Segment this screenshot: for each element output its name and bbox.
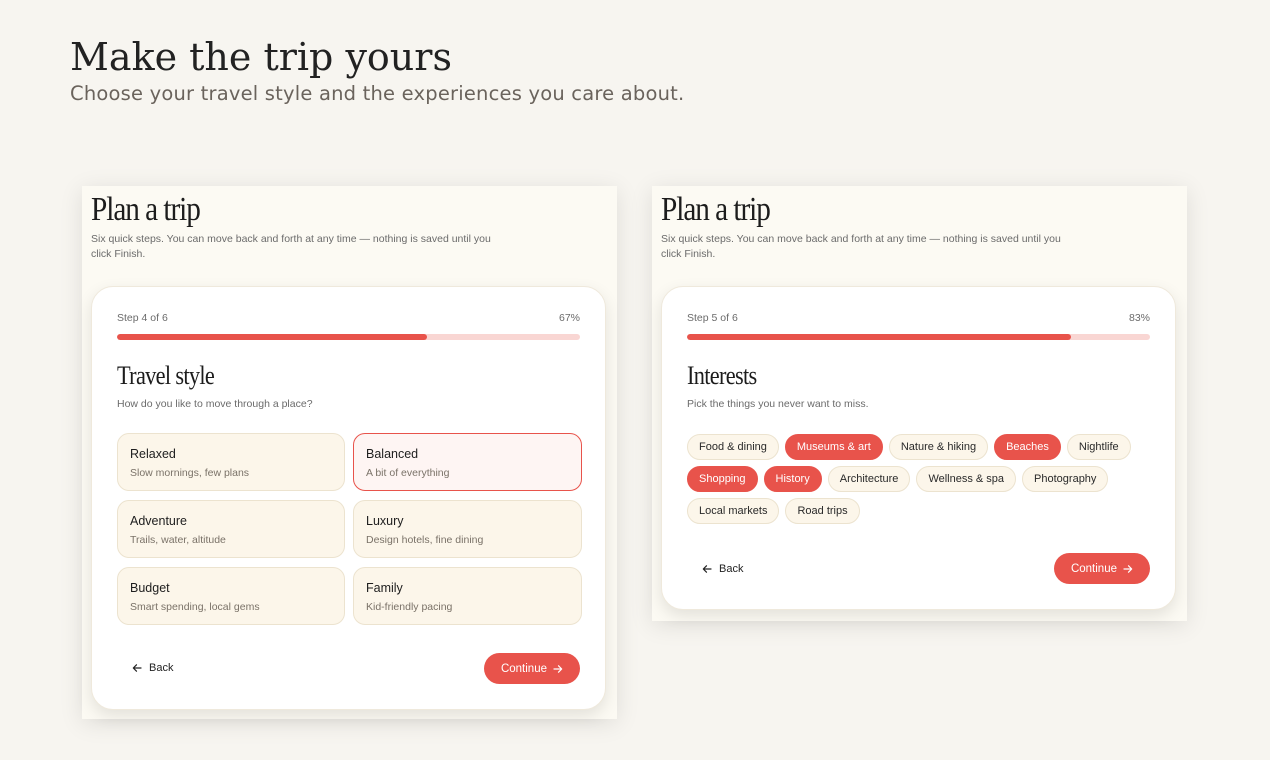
step-label: Step 4 of 6 <box>117 312 168 324</box>
interest-chips: Food & dining Museums & art Nature & hik… <box>687 434 1157 524</box>
option-description: Slow mornings, few plans <box>130 467 250 479</box>
progress-percent: 83% <box>1128 312 1150 324</box>
chip-photography[interactable]: Photography <box>1022 466 1109 492</box>
option-description: Design hotels, fine dining <box>366 534 484 546</box>
option-budget[interactable]: Budget Smart spending, local gems <box>117 567 345 625</box>
chip-beaches[interactable]: Beaches <box>994 434 1061 460</box>
chip-food-dining[interactable]: Food & dining <box>687 434 779 460</box>
page-subtitle: Choose your travel style and the experie… <box>70 82 685 105</box>
chip-nature-hiking[interactable]: Nature & hiking <box>888 434 989 460</box>
wizard-card: Step 4 of 6 67% Travel style How do you … <box>91 286 606 710</box>
back-label: Back <box>719 563 744 575</box>
chip-museums-art[interactable]: Museums & art <box>784 434 883 460</box>
chip-road-trips[interactable]: Road trips <box>785 498 860 524</box>
option-balanced[interactable]: Balanced A bit of everything <box>353 433 582 491</box>
chip-wellness-spa[interactable]: Wellness & spa <box>916 466 1017 492</box>
section-description: How do you like to move through a place? <box>117 398 313 410</box>
section-description: Pick the things you never want to miss. <box>687 398 869 410</box>
continue-button[interactable]: Continue <box>483 653 580 684</box>
option-family[interactable]: Family Kid-friendly pacing <box>353 567 582 625</box>
travel-style-options: Relaxed Slow mornings, few plans Balance… <box>117 433 582 625</box>
back-label: Back <box>149 662 174 674</box>
progress-bar <box>117 334 580 340</box>
arrow-left-icon <box>132 663 142 673</box>
chip-history[interactable]: History <box>763 466 822 492</box>
option-description: A bit of everything <box>366 467 450 479</box>
page-title: Make the trip yours <box>70 35 452 79</box>
option-name: Budget <box>130 581 170 595</box>
option-adventure[interactable]: Adventure Trails, water, altitude <box>117 500 345 558</box>
plan-title: Plan a trip <box>661 191 771 228</box>
arrow-right-icon <box>1123 564 1133 574</box>
trip-planner-travel-style: Plan a trip Six quick steps. You can mov… <box>82 186 617 719</box>
option-luxury[interactable]: Luxury Design hotels, fine dining <box>353 500 582 558</box>
option-description: Smart spending, local gems <box>130 601 260 613</box>
chip-shopping[interactable]: Shopping <box>687 466 758 492</box>
arrow-left-icon <box>702 564 712 574</box>
back-button[interactable]: Back <box>702 563 743 575</box>
option-name: Luxury <box>366 514 404 528</box>
plan-description: Six quick steps. You can move back and f… <box>91 233 491 260</box>
progress-fill <box>687 334 1072 340</box>
plan-title: Plan a trip <box>91 191 201 228</box>
chip-local-markets[interactable]: Local markets <box>687 498 780 524</box>
plan-description: Six quick steps. You can move back and f… <box>661 233 1061 260</box>
section-title: Travel style <box>117 361 215 390</box>
continue-label: Continue <box>1070 562 1117 575</box>
chip-nightlife[interactable]: Nightlife <box>1066 434 1131 460</box>
chip-architecture[interactable]: Architecture <box>827 466 911 492</box>
option-name: Adventure <box>130 514 187 528</box>
option-name: Balanced <box>366 447 419 461</box>
option-description: Kid-friendly pacing <box>366 601 453 613</box>
wizard-card: Step 5 of 6 83% Interests Pick the thing… <box>661 286 1176 610</box>
progress-fill <box>117 334 428 340</box>
continue-button[interactable]: Continue <box>1053 553 1150 584</box>
option-name: Family <box>366 581 403 595</box>
option-description: Trails, water, altitude <box>130 534 226 546</box>
option-name: Relaxed <box>130 447 176 461</box>
option-relaxed[interactable]: Relaxed Slow mornings, few plans <box>117 433 345 491</box>
trip-planner-interests: Plan a trip Six quick steps. You can mov… <box>652 186 1187 621</box>
arrow-right-icon <box>553 664 563 674</box>
progress-bar <box>687 334 1150 340</box>
section-title: Interests <box>687 361 757 390</box>
progress-percent: 67% <box>558 312 580 324</box>
back-button[interactable]: Back <box>132 662 173 674</box>
continue-label: Continue <box>500 662 547 675</box>
step-label: Step 5 of 6 <box>687 312 738 324</box>
